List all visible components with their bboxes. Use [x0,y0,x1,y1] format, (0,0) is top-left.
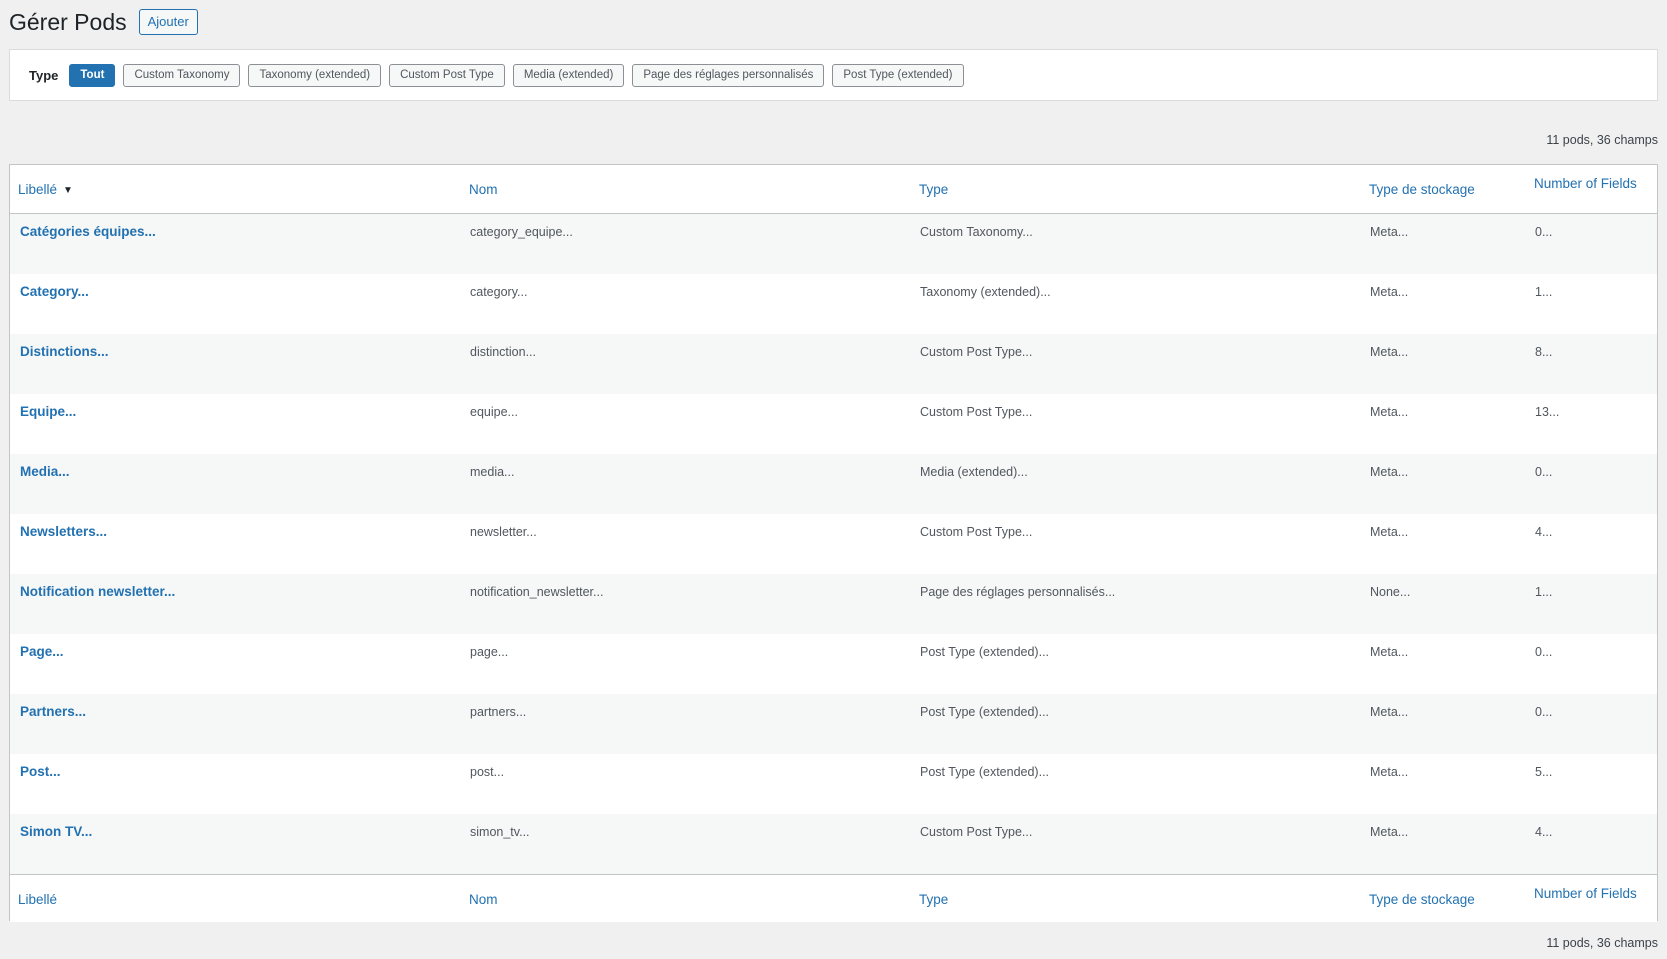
pod-name: media... [470,465,515,479]
pod-label-link[interactable]: Simon TV... [20,824,92,839]
column-header-name[interactable]: Nom [469,182,498,197]
pod-label-link[interactable]: Post... [20,764,61,779]
table-row: Partners... partners... Post Type (extende… [10,694,1657,754]
pod-field-count: 5... [1535,765,1553,779]
pod-type: Post Type (extended)... [920,765,1050,779]
table-row: Category... category... Taxonomy (extended… [10,274,1657,334]
table-row: Simon TV... simon_tv... Custom Post Type..… [10,814,1657,874]
pod-label-link[interactable]: Media... [20,464,70,479]
column-header-type[interactable]: Type [919,182,948,197]
pod-storage-type: Meta... [1370,225,1409,239]
footer-column-type[interactable]: Type [919,892,948,907]
add-pod-button[interactable]: Ajouter [138,9,198,35]
footer-column-label[interactable]: Libellé [18,892,57,907]
pod-type: Custom Taxonomy... [920,225,1033,239]
pod-storage-type: Meta... [1370,405,1409,419]
pod-field-count: 1... [1535,285,1553,299]
pod-type: Post Type (extended)... [920,705,1050,719]
pod-name: category... [470,285,528,299]
table-row: Equipe... equipe... Custom Post Type... Met… [10,394,1657,454]
column-header-number-of-fields[interactable]: Number of Fields [1534,176,1637,191]
pod-type: Media (extended)... [920,465,1028,479]
table-body: Catégories équipes... category_equipe... C… [10,214,1657,874]
pod-storage-type: None... [1370,585,1411,599]
table-row: Post... post... Post Type (extended)... Met… [10,754,1657,814]
column-header-storage-type[interactable]: Type de stockage [1369,182,1475,197]
table-footer: Libellé Nom Type Type de stockage Number… [10,874,1657,922]
pod-field-count: 8... [1535,345,1553,359]
filter-custom-post-type-button[interactable]: Custom Post Type [389,63,505,87]
pod-storage-type: Meta... [1370,705,1409,719]
pod-label-link[interactable]: Distinctions... [20,344,109,359]
table-row: Notification newsletter... notification_n… [10,574,1657,634]
pod-storage-type: Meta... [1370,825,1409,839]
pod-name: notification_newsletter... [470,585,604,599]
footer-column-number-of-fields[interactable]: Number of Fields [1534,886,1637,901]
footer-column-name[interactable]: Nom [469,892,498,907]
pod-name: newsletter... [470,525,537,539]
column-header-label[interactable]: Libellé ▼ [18,182,73,197]
pod-field-count: 4... [1535,825,1553,839]
pod-storage-type: Meta... [1370,285,1409,299]
pod-type: Custom Post Type... [920,825,1033,839]
pod-name: distinction... [470,345,537,359]
pod-field-count: 0... [1535,705,1553,719]
table-header: Libellé ▼ Nom Type Type de stockage Numbe… [10,165,1657,214]
pod-type: Custom Post Type... [920,525,1033,539]
pod-storage-type: Meta... [1370,525,1409,539]
pod-name: post... [470,765,505,779]
pod-field-count: 4... [1535,525,1553,539]
pod-storage-type: Meta... [1370,765,1409,779]
pod-type: Custom Post Type... [920,345,1033,359]
pod-label-link[interactable]: Category... [20,284,89,299]
pod-name: page... [470,645,509,659]
type-filter-bar: Type Tout Custom Taxonomy Taxonomy (exte… [9,49,1658,101]
pod-field-count: 1... [1535,585,1553,599]
pods-count-bottom: 11 pods, 36 champs [1546,936,1658,950]
pod-storage-type: Meta... [1370,465,1409,479]
pod-name: equipe... [470,405,518,419]
pod-label-link[interactable]: Catégories équipes... [20,224,156,239]
filter-post-type-extended-button[interactable]: Post Type (extended) [832,63,964,87]
pod-storage-type: Meta... [1370,645,1409,659]
pod-field-count: 13... [1535,405,1560,419]
pod-field-count: 0... [1535,465,1553,479]
pod-name: simon_tv... [470,825,530,839]
filter-taxonomy-extended-button[interactable]: Taxonomy (extended) [248,63,382,87]
table-row: Distinctions... distinction... Custom Post… [10,334,1657,394]
pods-count-top: 11 pods, 36 champs [1546,133,1658,147]
sort-desc-icon: ▼ [63,185,73,196]
pod-type: Custom Post Type... [920,405,1033,419]
table-row: Page... page... Post Type (extended)... Met… [10,634,1657,694]
pod-label-link[interactable]: Partners... [20,704,86,719]
filter-all-button[interactable]: Tout [69,63,116,87]
table-row: Newsletters... newsletter... Custom Post T… [10,514,1657,574]
pod-label-link[interactable]: Notification newsletter... [20,584,175,599]
pod-name: category_equipe... [470,225,573,239]
pod-field-count: 0... [1535,225,1553,239]
filter-custom-taxonomy-button[interactable]: Custom Taxonomy [123,63,241,87]
filter-media-extended-button[interactable]: Media (extended) [512,63,625,87]
footer-column-storage-type[interactable]: Type de stockage [1369,892,1475,907]
table-row: Catégories équipes... category_equipe... C… [10,214,1657,274]
pods-table: Libellé ▼ Nom Type Type de stockage Numbe… [9,164,1658,922]
filter-label: Type [29,67,59,83]
pod-field-count: 0... [1535,645,1553,659]
pod-type: Taxonomy (extended)... [920,285,1051,299]
pod-label-link[interactable]: Equipe... [20,404,76,419]
pod-name: partners... [470,705,527,719]
pod-storage-type: Meta... [1370,345,1409,359]
page-header: Gérer Pods Ajouter [9,7,198,37]
filter-settings-page-button[interactable]: Page des réglages personnalisés [632,63,825,87]
pod-type: Page des réglages personnalisés... [920,585,1116,599]
page-title: Gérer Pods [9,8,127,35]
pod-type: Post Type (extended)... [920,645,1050,659]
table-row: Media... media... Media (extended)... Meta.… [10,454,1657,514]
pod-label-link[interactable]: Newsletters... [20,524,107,539]
pod-label-link[interactable]: Page... [20,644,64,659]
